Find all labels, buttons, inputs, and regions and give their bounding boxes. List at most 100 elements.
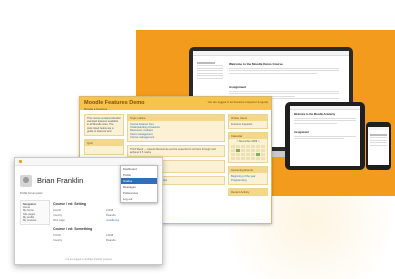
- avatar[interactable]: [20, 175, 32, 187]
- online-user[interactable]: Francine Inspector: [231, 123, 265, 126]
- calendar-day[interactable]: [256, 153, 260, 157]
- tablet-line: [294, 122, 338, 124]
- moodle-logo-icon[interactable]: [19, 160, 22, 163]
- calendar-day[interactable]: [251, 157, 255, 161]
- calendar-day[interactable]: [236, 145, 240, 149]
- laptop-content: Welcome to the Moodle Demo Course Assign…: [229, 62, 339, 101]
- week-line: achieve 3.5 marks: [130, 151, 152, 155]
- detail-value: Rwanda: [106, 239, 116, 242]
- laptop-content-line: [229, 70, 339, 71]
- profile-tabs[interactable]: Profile Forum posts: [20, 192, 43, 195]
- calendar-day[interactable]: [256, 149, 260, 153]
- laptop-content-line: [229, 72, 317, 74]
- tablet-page: Welcome to the Moodle Academy Assignment: [290, 106, 360, 166]
- quiz-block-body: [85, 146, 123, 154]
- laptop-sidebar-line: [197, 75, 223, 76]
- left-column: This course contains Moodle's standard f…: [84, 114, 124, 158]
- calendar-day[interactable]: [246, 149, 250, 153]
- detail-key: Unit ID: [53, 234, 61, 237]
- calendar-day[interactable]: [231, 157, 235, 161]
- laptop-content-line: [229, 90, 339, 92]
- tablet-line: [294, 135, 356, 137]
- calendar-day[interactable]: [231, 145, 235, 149]
- detail-row: Unit ID 12345: [53, 234, 159, 237]
- navigation-sidebar: Navigation Home My home Site pages My pr…: [20, 200, 50, 226]
- phone-content: [368, 130, 389, 149]
- login-info[interactable]: You are logged in as Francine Inspector …: [207, 100, 268, 104]
- tablet-device: Welcome to the Moodle Academy Assignment: [285, 102, 365, 170]
- calendar-day[interactable]: [261, 153, 265, 157]
- calendar-day[interactable]: [261, 149, 265, 153]
- tablet-line: [294, 138, 344, 139]
- event-link[interactable]: Programming: [231, 179, 265, 182]
- moodle-header: Moodle Features Demo You are logged in a…: [80, 97, 271, 111]
- online-users-block: Online Users Francine Inspector: [228, 114, 268, 130]
- profile-name: Brian Franklin: [37, 176, 84, 185]
- site-title[interactable]: Moodle Features Demo: [84, 100, 145, 106]
- calendar-day[interactable]: [256, 145, 260, 149]
- laptop-sidebar-line: [197, 77, 223, 79]
- phone-line: [370, 142, 387, 143]
- detail-key: Country: [53, 214, 63, 217]
- laptop-sidebar-line: [197, 65, 223, 66]
- tablet-subheading: Assignment: [294, 131, 309, 134]
- laptop-heading: Welcome to the Moodle Demo Course: [229, 62, 283, 66]
- laptop-topbar: [193, 51, 349, 56]
- calendar-day[interactable]: [256, 157, 260, 161]
- calendar-day[interactable]: [236, 157, 240, 161]
- calendar-day[interactable]: [241, 145, 245, 149]
- calendar-day[interactable]: [251, 153, 255, 157]
- profile-main: Course / ed: Setting Unit ID 12345 Count…: [53, 200, 159, 244]
- calendar-day[interactable]: [236, 149, 240, 153]
- user-menu-dropdown: Dashboard Profile Grades Messages Prefer…: [120, 165, 158, 203]
- calendar-block: Calendar < November 2009 >: [228, 132, 268, 164]
- calendar-day[interactable]: [261, 157, 265, 161]
- calendar-day[interactable]: [231, 153, 235, 157]
- topic-link[interactable]: Course management: [130, 136, 222, 139]
- week-block: Third Week — Assess Resources and be exp…: [127, 145, 225, 158]
- calendar-grid: [229, 143, 267, 162]
- intro-line: guide to features and: [87, 129, 112, 133]
- tablet-heading: Welcome to the Moodle Academy: [294, 113, 336, 116]
- calendar-day[interactable]: [241, 153, 245, 157]
- recent-activity-block: Recent Activity: [228, 187, 268, 196]
- phone-line: [370, 137, 387, 138]
- laptop-sidebar-line: [197, 67, 223, 69]
- recent-activity-heading: Recent Activity: [229, 188, 267, 195]
- tablet-content: Welcome to the Moodle Academy Assignment: [290, 110, 360, 144]
- detail-row: Country Rwanda: [53, 239, 159, 242]
- laptop-subheading: Assignment: [229, 85, 247, 89]
- laptop-sidebar-line: [197, 70, 223, 71]
- profile-footer: You are logged in as Brian Franklin (Log…: [65, 258, 112, 261]
- detail-value: 12345: [106, 234, 114, 237]
- calendar-day[interactable]: [251, 145, 255, 149]
- phone-device: [366, 122, 391, 170]
- user-menu-item[interactable]: Log out: [121, 196, 157, 202]
- breadcrumb[interactable]: Moodle ▸ Features: [84, 107, 107, 111]
- phone-line: [370, 133, 387, 136]
- calendar-day[interactable]: [241, 149, 245, 153]
- intro-block: This course contains Moodle's standard f…: [84, 114, 124, 137]
- detail-value[interactable]: moodle.org: [106, 219, 159, 222]
- laptop-content-line: [229, 93, 339, 94]
- upcoming-events-body: Beginning of the year Programming: [229, 173, 267, 183]
- calendar-day[interactable]: [251, 149, 255, 153]
- section-title: Course / ed: Something: [53, 227, 93, 231]
- laptop-sidebar: [197, 60, 223, 80]
- laptop-sidebar-line: [197, 72, 223, 74]
- calendar-day[interactable]: [246, 153, 250, 157]
- calendar-day[interactable]: [246, 157, 250, 161]
- calendar-day[interactable]: [261, 145, 265, 149]
- detail-row: Country Rwanda: [53, 214, 159, 217]
- tablet-line: [294, 120, 356, 121]
- quiz-block: Quiz: [84, 139, 124, 156]
- calendar-day[interactable]: [241, 157, 245, 161]
- detail-value: 12345: [106, 209, 114, 212]
- calendar-day[interactable]: [231, 149, 235, 153]
- nav-item[interactable]: My courses: [23, 219, 47, 222]
- detail-key: Unit ID: [53, 209, 61, 212]
- calendar-day[interactable]: [236, 153, 240, 157]
- tablet-line: [294, 117, 356, 119]
- calendar-day[interactable]: [246, 145, 250, 149]
- laptop-spacer: [229, 75, 339, 85]
